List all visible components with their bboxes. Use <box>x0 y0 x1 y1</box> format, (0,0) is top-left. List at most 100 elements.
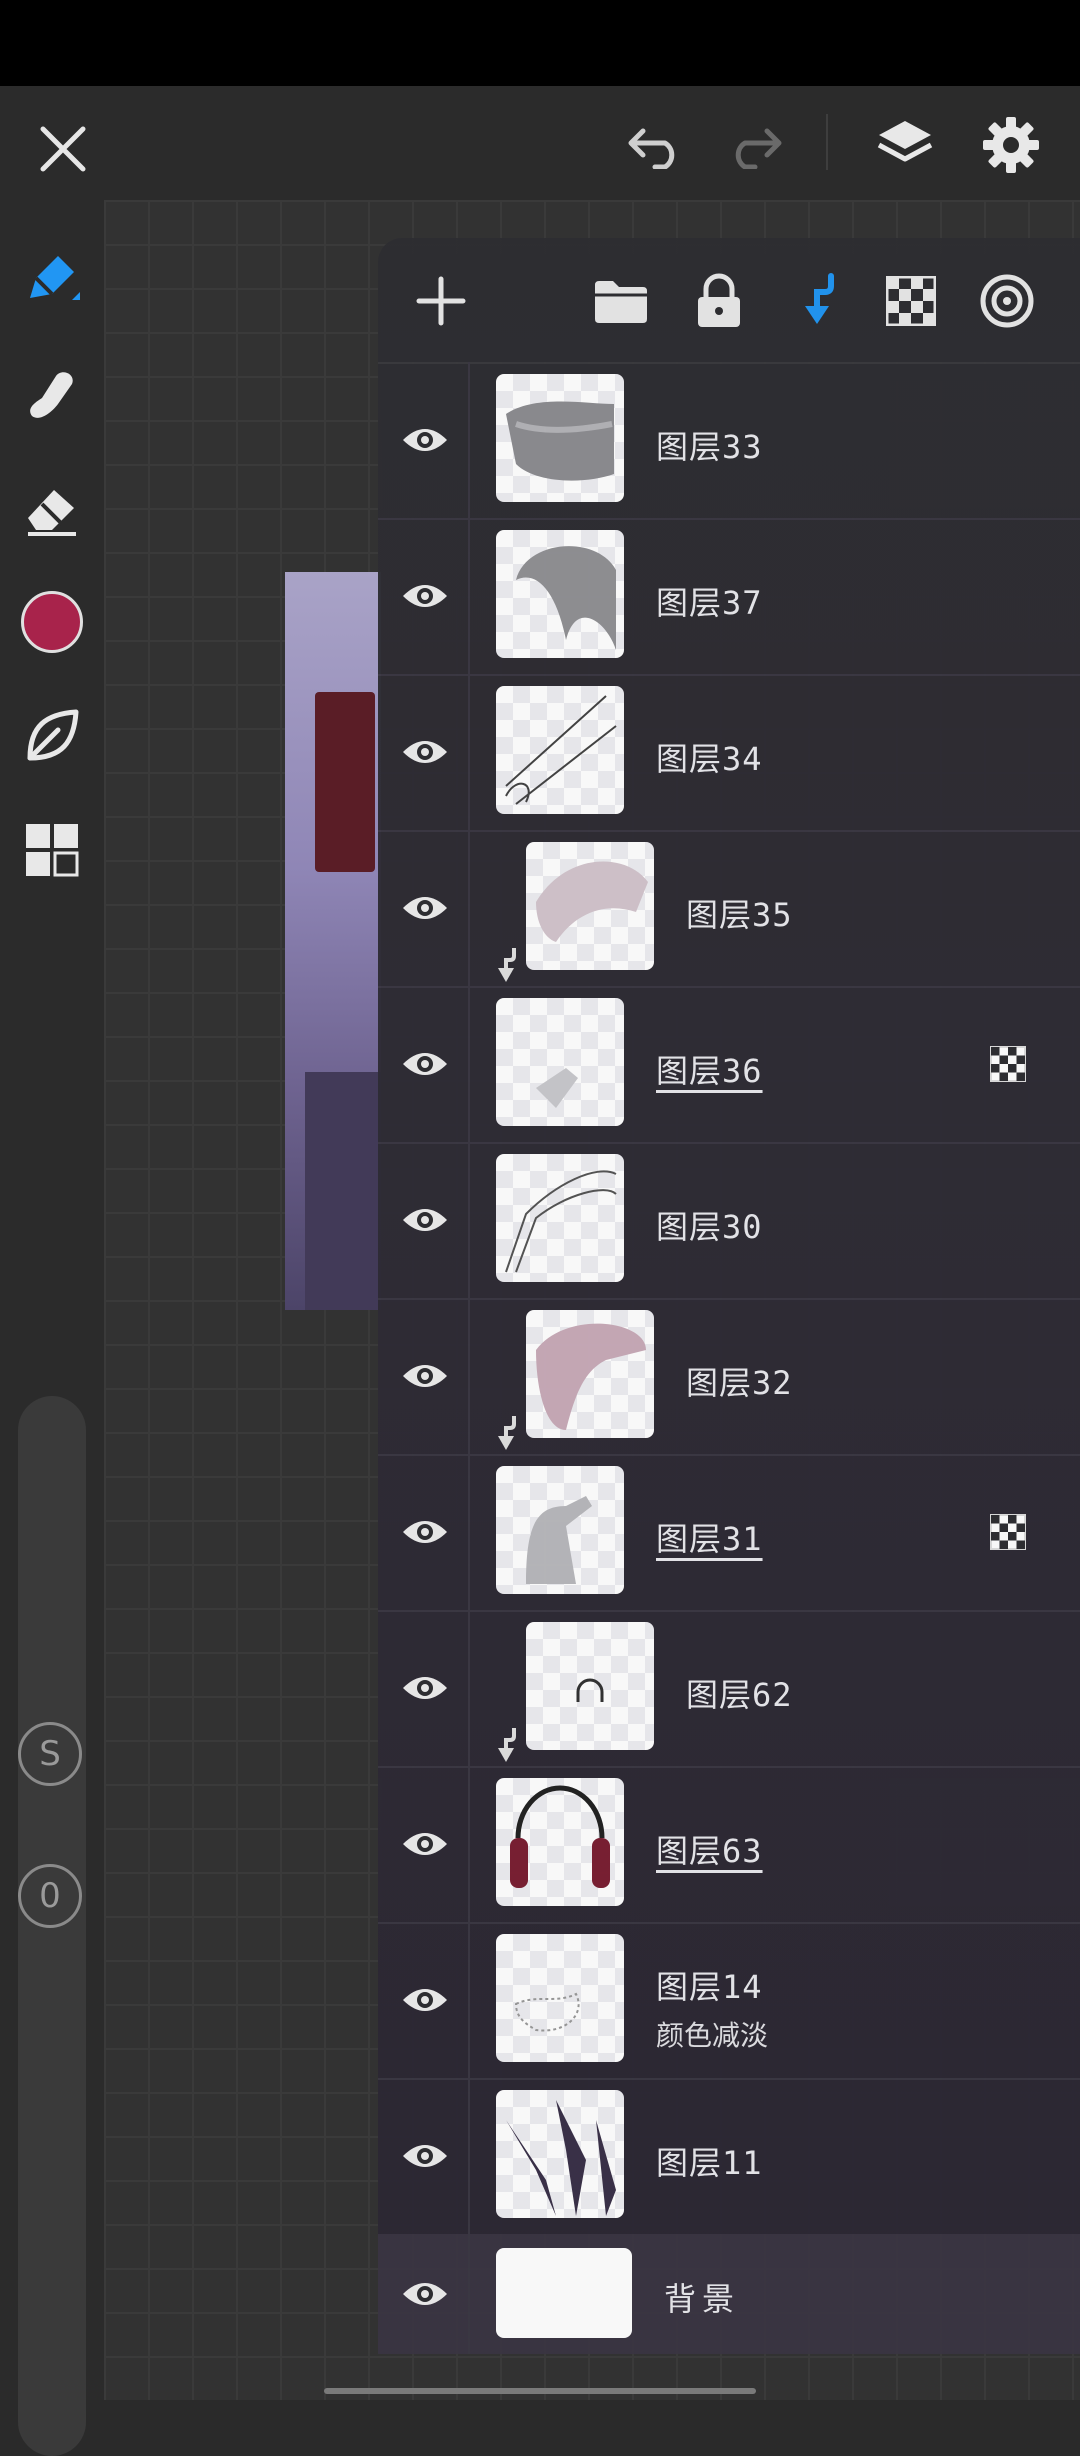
add-icon[interactable] <box>408 268 474 334</box>
layer-row[interactable]: 图层33 <box>378 362 1080 520</box>
eye-icon[interactable] <box>398 2130 452 2182</box>
blend-mode: 颜色减淡 <box>656 2019 769 2052</box>
layer-name: 背景 <box>664 2280 741 2318</box>
divider <box>468 2078 470 2234</box>
artwork-detail <box>305 1072 381 1310</box>
layer-row[interactable]: 图层32 <box>378 1298 1080 1456</box>
eye-icon[interactable] <box>398 1818 452 1870</box>
size-button[interactable]: S <box>18 1722 82 1786</box>
layers-panel-toolbar <box>378 238 1080 364</box>
divider <box>468 674 470 830</box>
layer-thumbnail[interactable] <box>496 1154 624 1282</box>
leaf-icon[interactable] <box>14 698 90 774</box>
color-swatch[interactable] <box>14 584 90 660</box>
eye-icon[interactable] <box>398 726 452 778</box>
gear-icon[interactable] <box>974 110 1048 180</box>
divider <box>468 518 470 674</box>
divider <box>468 2234 470 2354</box>
eye-icon[interactable] <box>398 882 452 934</box>
divider <box>468 1142 470 1298</box>
layer-name: 图层32 <box>686 1364 793 1402</box>
grid-icon[interactable] <box>14 812 90 888</box>
divider <box>468 1454 470 1610</box>
layer-thumbnail[interactable] <box>496 374 624 502</box>
current-color <box>21 591 83 653</box>
alpha-lock-icon[interactable] <box>990 1514 1026 1550</box>
divider <box>468 1922 470 2078</box>
smudge-icon[interactable] <box>14 356 90 432</box>
divider <box>468 830 470 986</box>
layer-thumbnail[interactable] <box>526 1310 654 1438</box>
eye-icon[interactable] <box>398 570 452 622</box>
layer-row[interactable]: 图层63 <box>378 1766 1080 1924</box>
layer-name: 图层63 <box>656 1832 763 1870</box>
undo-icon[interactable] <box>620 116 692 176</box>
clip-arrow-icon <box>496 1726 526 1766</box>
layer-row[interactable]: 图层36 <box>378 986 1080 1144</box>
eye-icon[interactable] <box>398 1350 452 1402</box>
layer-name: 图层62 <box>686 1676 793 1714</box>
divider <box>468 986 470 1142</box>
layer-thumbnail[interactable] <box>526 842 654 970</box>
eye-icon[interactable] <box>398 1974 452 2026</box>
divider <box>468 1298 470 1454</box>
layer-thumbnail[interactable] <box>496 686 624 814</box>
close-icon[interactable] <box>30 116 96 182</box>
layer-thumbnail[interactable] <box>496 1778 624 1906</box>
eye-icon[interactable] <box>398 1194 452 1246</box>
background-layer-row[interactable]: 背景 <box>378 2234 1080 2354</box>
layer-thumbnail[interactable] <box>526 1622 654 1750</box>
redo-icon[interactable] <box>718 116 790 176</box>
layer-name: 图层11 <box>656 2144 763 2182</box>
layer-name: 图层33 <box>656 428 763 466</box>
layer-row[interactable]: 图层37 <box>378 518 1080 676</box>
layer-thumbnail[interactable] <box>496 2248 632 2338</box>
pencil-icon[interactable] <box>14 240 90 316</box>
layer-name: 图层36 <box>656 1052 763 1090</box>
clip-down-icon[interactable] <box>786 268 852 334</box>
alpha-lock-icon[interactable] <box>990 1046 1026 1082</box>
eye-icon[interactable] <box>398 1662 452 1714</box>
layer-row[interactable]: 图层34 <box>378 674 1080 832</box>
artwork-preview <box>285 572 381 1310</box>
lock-icon[interactable] <box>686 268 752 334</box>
checker-icon[interactable] <box>878 268 944 334</box>
divider <box>468 1610 470 1766</box>
layer-name: 图层30 <box>656 1208 763 1246</box>
eye-icon[interactable] <box>398 414 452 466</box>
clip-arrow-icon <box>496 946 526 986</box>
divider <box>468 362 470 518</box>
layer-thumbnail[interactable] <box>496 530 624 658</box>
layers-panel: 图层33 图层37 图层34 图层35 图层36 图层30 图层32 图层31 图层62 图层63… <box>378 238 1080 2354</box>
layer-thumbnail[interactable] <box>496 1466 624 1594</box>
eye-icon[interactable] <box>398 1038 452 1090</box>
divider <box>468 1766 470 1922</box>
opacity-button[interactable]: 0 <box>18 1864 82 1928</box>
top-bar <box>0 86 1080 200</box>
layer-name: 图层37 <box>656 584 763 622</box>
layer-thumbnail[interactable] <box>496 1934 624 2062</box>
layer-row[interactable]: 图层35 <box>378 830 1080 988</box>
layer-name: 图层35 <box>686 896 793 934</box>
layer-row[interactable]: 图层11 <box>378 2078 1080 2236</box>
layer-row[interactable]: 图层31 <box>378 1454 1080 1612</box>
layer-row[interactable]: 图层14 颜色减淡 <box>378 1922 1080 2080</box>
layer-row[interactable]: 图层30 <box>378 1142 1080 1300</box>
layer-name: 图层14 <box>656 1968 763 2006</box>
clip-arrow-icon <box>496 1414 526 1454</box>
folder-icon[interactable] <box>588 268 654 334</box>
home-indicator <box>324 2388 756 2394</box>
status-bar <box>0 0 1080 86</box>
eye-icon[interactable] <box>398 1506 452 1558</box>
layer-name: 图层34 <box>656 740 763 778</box>
eraser-icon[interactable] <box>14 470 90 546</box>
layer-thumbnail[interactable] <box>496 998 624 1126</box>
toolbar-divider <box>826 114 828 170</box>
target-icon[interactable] <box>974 268 1040 334</box>
layer-thumbnail[interactable] <box>496 2090 624 2218</box>
layers-icon[interactable] <box>868 110 942 180</box>
layer-row[interactable]: 图层62 <box>378 1610 1080 1768</box>
artwork-detail <box>315 692 375 872</box>
left-toolbar: S 0 <box>0 200 104 2456</box>
eye-icon[interactable] <box>398 2268 452 2320</box>
